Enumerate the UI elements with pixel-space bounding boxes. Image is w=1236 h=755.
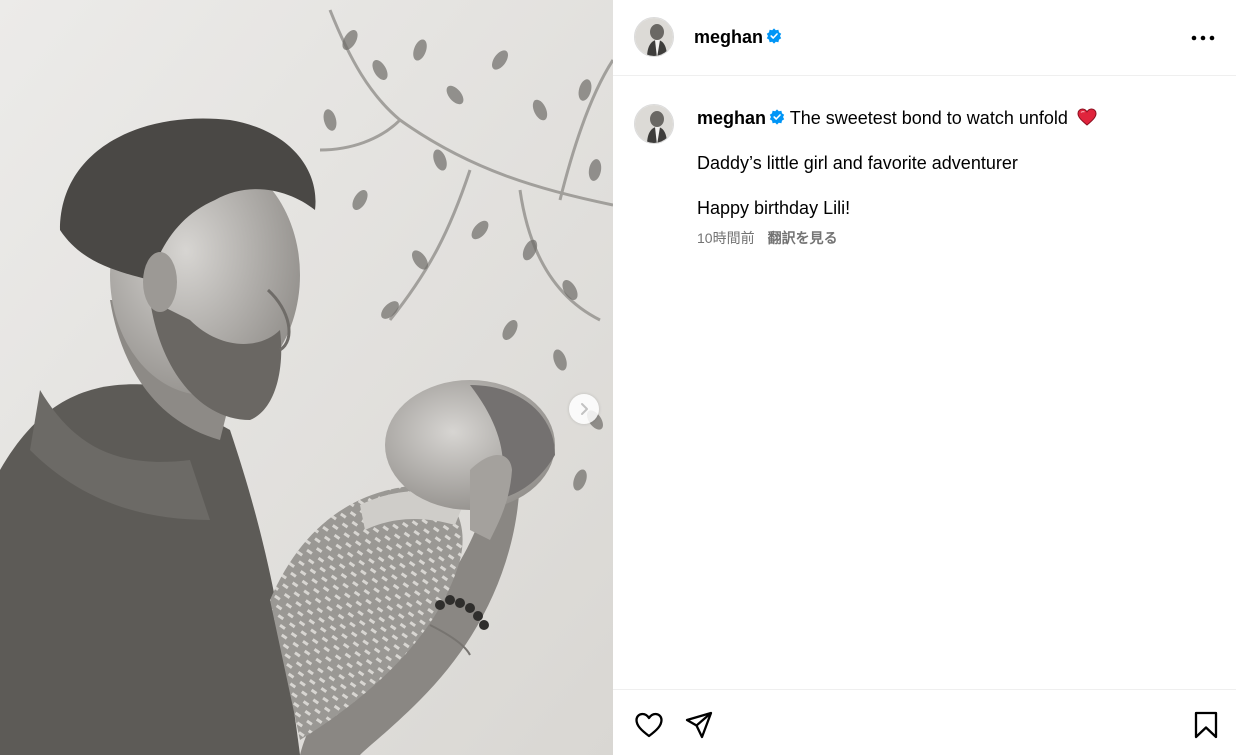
like-button[interactable] [634,710,664,740]
send-icon [685,711,713,739]
header-username-text[interactable]: meghan [694,27,763,47]
chevron-right-icon [581,403,588,415]
bookmark-icon [1194,711,1218,739]
caption-first-line: meghan The sweetest bond to watch unfold [697,107,1097,129]
post-side-panel: meghan meghan The sweetest bond to watch… [613,0,1236,755]
action-bar [613,689,1236,755]
caption-text-line2: Daddy’s little girl and favorite adventu… [697,153,1018,173]
post-timestamp[interactable]: 10時間前 [697,230,755,246]
post-photo [0,0,613,755]
more-options-button[interactable] [1189,26,1217,50]
avatar[interactable] [634,17,674,57]
caption-username[interactable]: meghan [697,108,766,128]
avatar-image [635,18,673,56]
next-slide-button[interactable] [569,394,599,424]
verified-badge-icon [769,109,785,125]
caption-text-line1: The sweetest bond to watch unfold [789,108,1068,128]
post-header: meghan [613,0,1236,76]
more-horizontal-icon [1191,35,1215,41]
caption-avatar[interactable] [634,104,674,144]
heart-icon [635,712,663,738]
verified-badge-icon [766,28,782,44]
post-media[interactable] [0,0,613,755]
caption-meta: 10時間前 翻訳を見る [697,228,838,248]
see-translation-link[interactable]: 翻訳を見る [768,230,838,246]
red-heart-emoji-icon [1077,108,1097,126]
save-button[interactable] [1191,710,1221,740]
avatar-image [635,105,673,143]
share-button[interactable] [684,710,714,740]
header-username[interactable]: meghan [694,26,782,48]
caption-text-line3: Happy birthday Lili! [697,198,851,218]
